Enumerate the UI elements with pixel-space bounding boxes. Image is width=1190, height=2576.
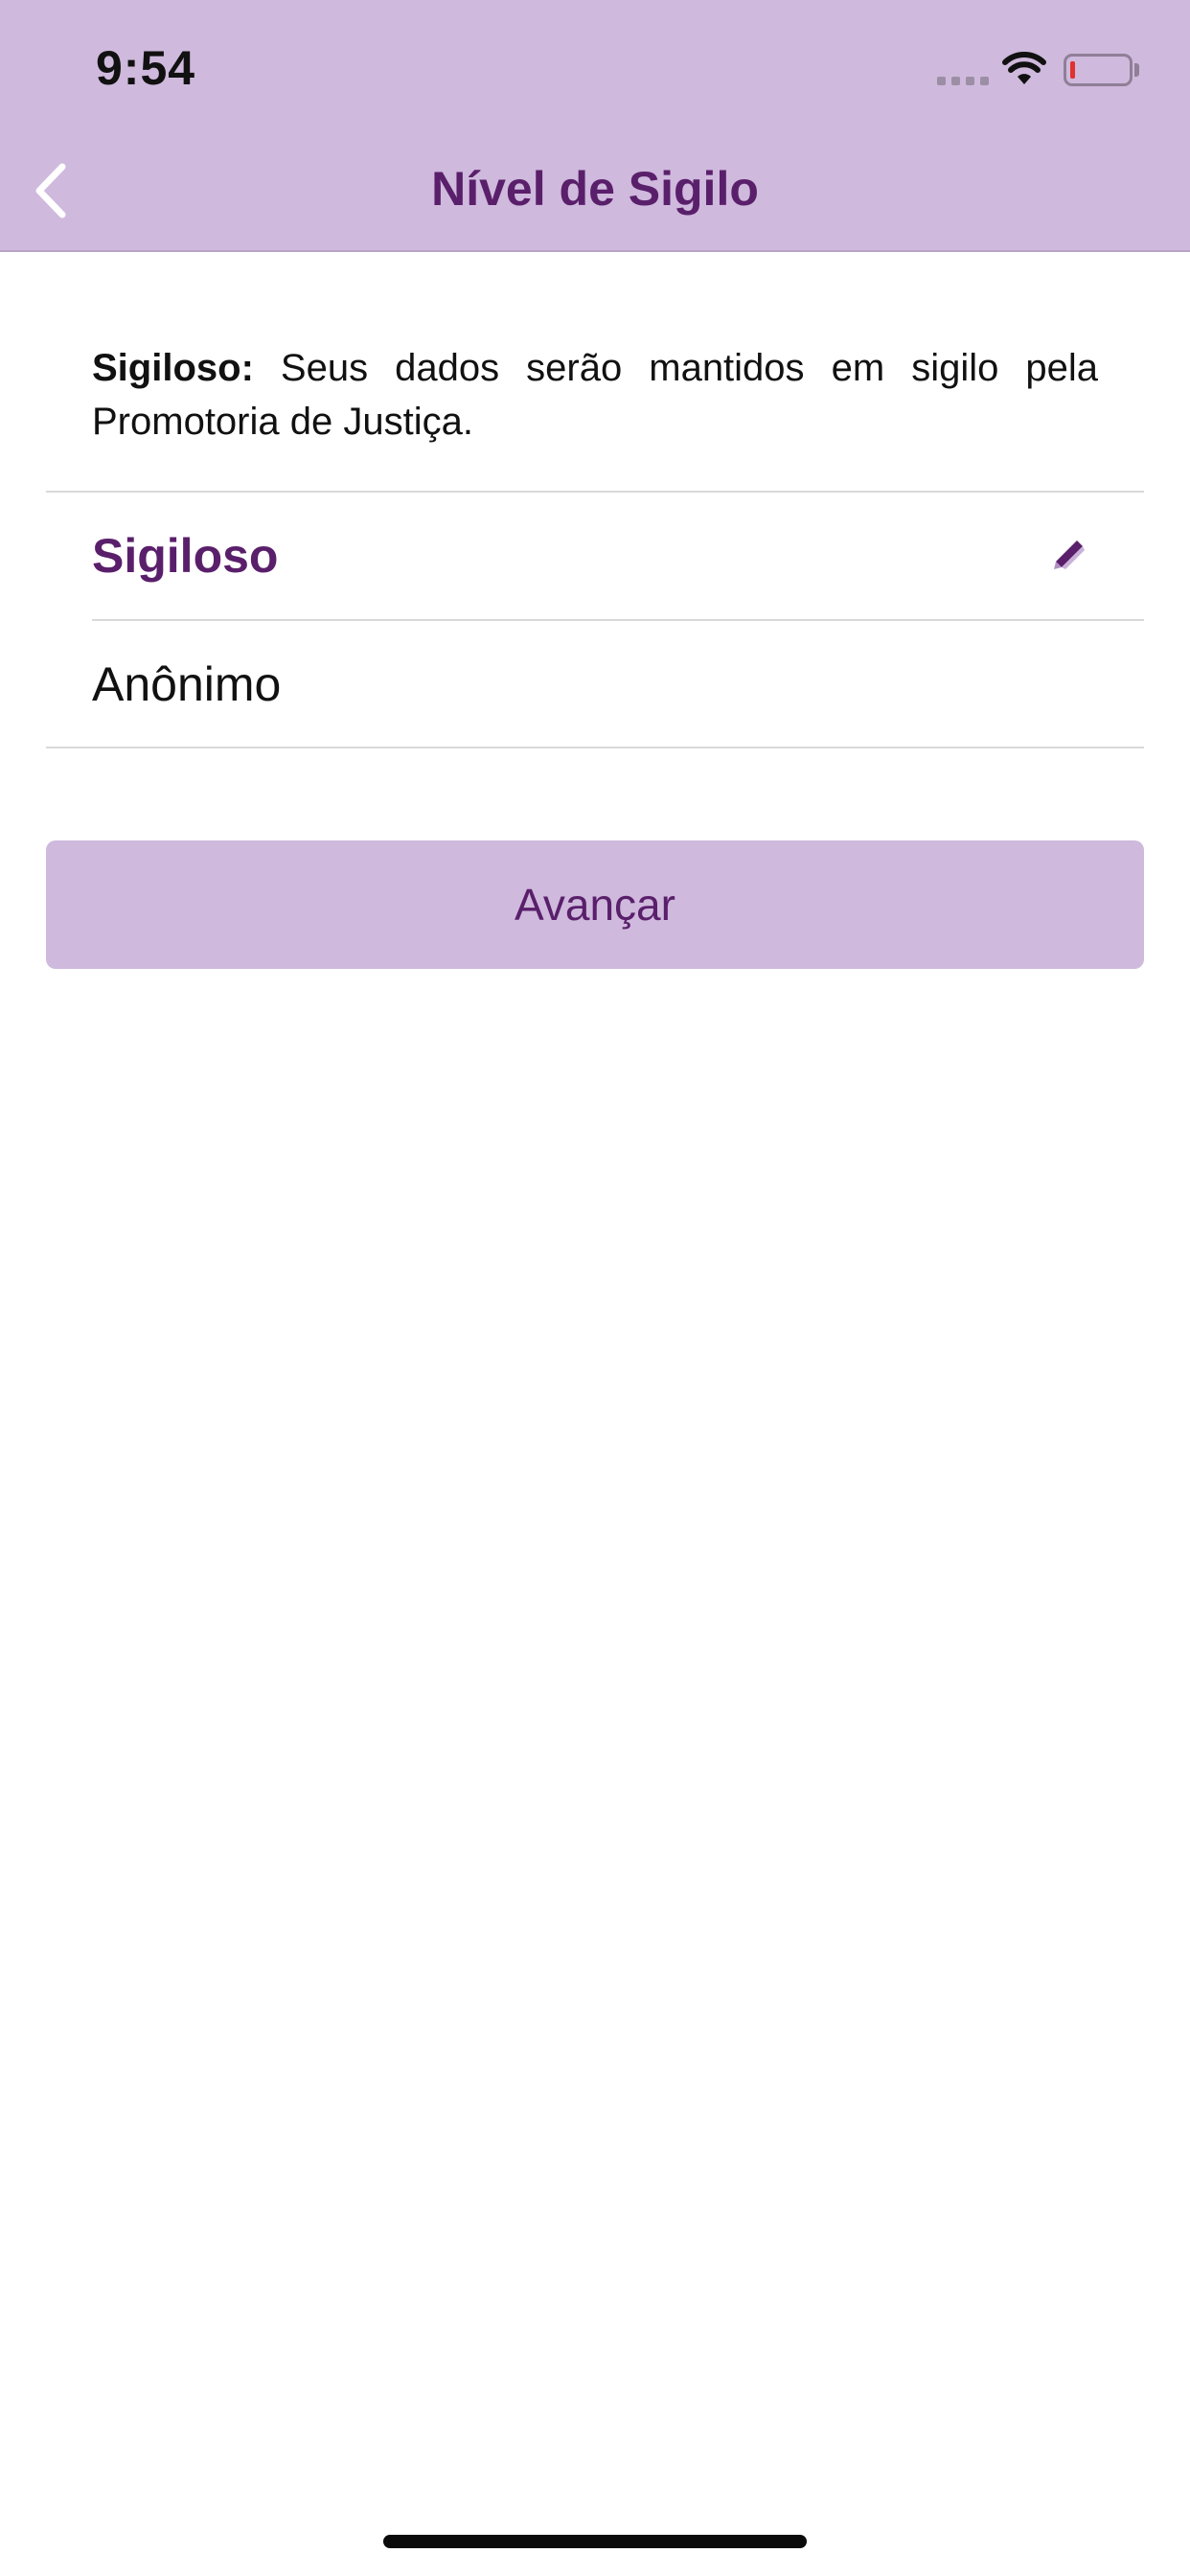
pencil-check-icon bbox=[1054, 540, 1085, 569]
advance-button[interactable]: Avançar bbox=[46, 840, 1144, 969]
privacy-description: Sigiloso: Seus dados serão mantidos em s… bbox=[92, 341, 1098, 448]
option-sigiloso[interactable]: Sigiloso bbox=[92, 493, 1098, 619]
description-term: Sigiloso: bbox=[92, 347, 254, 389]
page-title: Nível de Sigilo bbox=[431, 162, 759, 216]
option-anonimo[interactable]: Anônimo bbox=[92, 621, 1098, 748]
divider bbox=[46, 747, 1144, 748]
home-indicator bbox=[383, 2535, 807, 2548]
option-label: Sigiloso bbox=[92, 529, 279, 583]
battery-icon bbox=[1064, 54, 1133, 86]
option-label: Anônimo bbox=[92, 657, 282, 711]
status-time: 9:54 bbox=[96, 41, 196, 95]
cellular-signal-icon bbox=[937, 77, 989, 85]
wifi-icon bbox=[1002, 52, 1046, 84]
navigation-bar: 9:54 Nível de Sigilo bbox=[0, 0, 1190, 252]
